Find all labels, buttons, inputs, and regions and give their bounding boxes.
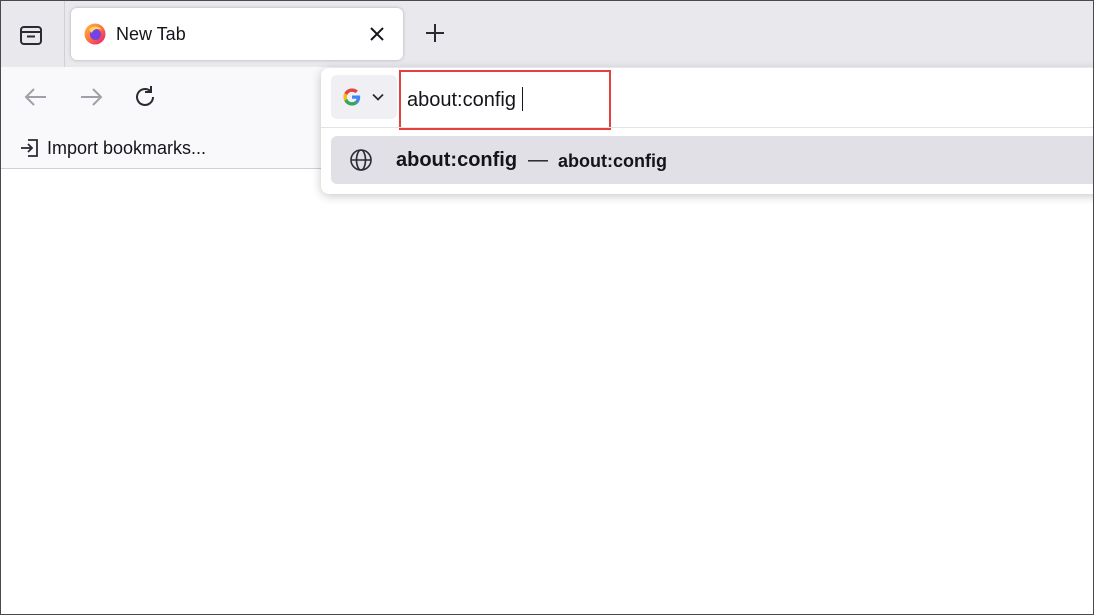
tab-close-button[interactable]	[365, 22, 389, 46]
suggestion-url: about:config	[558, 151, 667, 171]
tab-list-button[interactable]	[11, 15, 51, 55]
import-bookmarks-button[interactable]: Import bookmarks...	[19, 136, 206, 160]
globe-icon	[350, 149, 372, 171]
import-icon	[21, 139, 38, 157]
import-bookmarks-label: Import bookmarks...	[47, 137, 207, 158]
new-tab-button[interactable]	[419, 17, 451, 49]
tab-strip: New Tab	[1, 1, 1093, 67]
firefox-icon	[84, 23, 106, 45]
forward-button[interactable]	[74, 80, 108, 114]
google-icon	[343, 88, 361, 106]
tab-title: New Tab	[116, 24, 186, 44]
back-button[interactable]	[19, 80, 53, 114]
back-arrow-icon	[24, 88, 46, 106]
chevron-down-icon	[372, 93, 384, 101]
url-input[interactable]	[407, 86, 707, 114]
tab-list-icon	[20, 26, 42, 45]
browser-window: New Tab Import bookmarks... about:config…	[0, 0, 1094, 615]
reload-icon	[136, 86, 154, 106]
search-engine-button[interactable]	[331, 75, 397, 119]
tab-divider	[64, 1, 65, 67]
plus-icon	[426, 24, 444, 42]
url-dropdown-panel: about:config — about:config	[321, 68, 1093, 194]
tab-new-tab[interactable]: New Tab	[71, 8, 403, 60]
suggestion-row[interactable]: about:config — about:config	[331, 136, 1093, 184]
text-caret	[522, 87, 523, 111]
forward-arrow-icon	[81, 88, 103, 106]
page-content	[1, 170, 1093, 614]
reload-button[interactable]	[128, 80, 162, 114]
suggestion-separator: —	[528, 149, 548, 171]
close-icon	[370, 27, 384, 41]
suggestion-title: about:config	[396, 149, 518, 171]
url-divider	[321, 127, 1093, 128]
